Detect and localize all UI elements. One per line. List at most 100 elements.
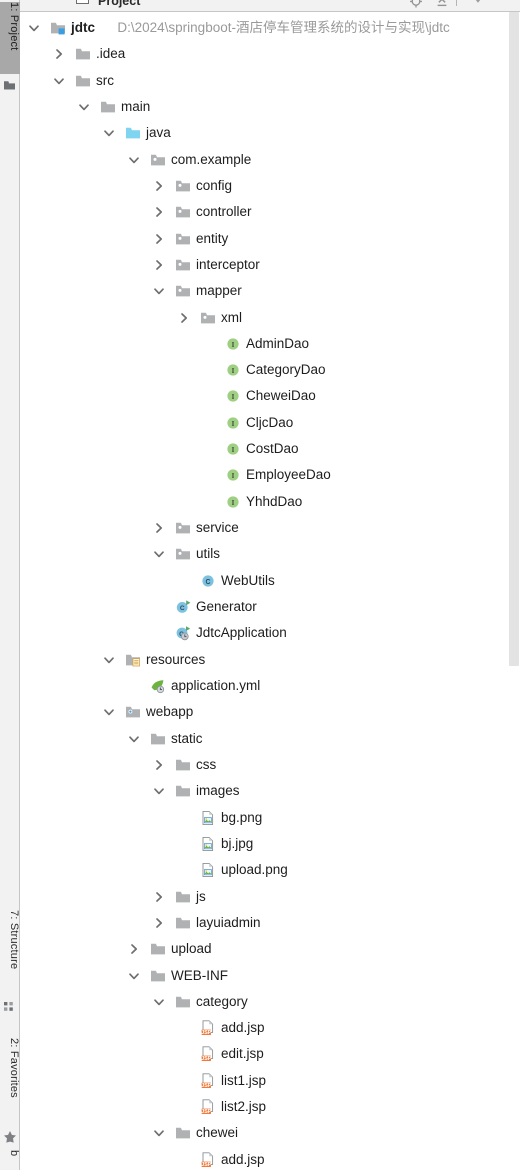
tree-row[interactable]: src — [21, 69, 501, 95]
favorites-star-icon — [4, 1131, 16, 1143]
tree-row[interactable]: com.example — [21, 148, 501, 174]
tree-row[interactable]: layuiadmin — [21, 911, 501, 937]
tree-node-label: static — [171, 730, 203, 746]
tree-row[interactable]: I CheweiDao — [21, 384, 501, 410]
toolbar-title: Project — [98, 0, 141, 8]
tree-row[interactable]: service — [21, 516, 501, 542]
tree-node-label: add.jsp — [221, 1151, 265, 1167]
tree-row[interactable]: config — [21, 174, 501, 200]
svg-text:I: I — [232, 499, 235, 507]
tree-row[interactable]: mapper — [21, 279, 501, 305]
tree-row[interactable]: .idea — [21, 42, 501, 68]
tree-row[interactable]: JSP edit.jsp — [21, 1042, 501, 1068]
tree-node-label: CljcDao — [246, 414, 294, 430]
tree-node-label: bg.png — [221, 809, 263, 825]
tree-scrollbar-track[interactable] — [508, 12, 520, 1170]
tree-row[interactable]: C WebUtils — [21, 569, 501, 595]
tree-node-label: service — [196, 520, 239, 536]
tree-row[interactable]: JSP list2.jsp — [21, 1095, 501, 1121]
tree-row[interactable]: utils — [21, 542, 501, 568]
svg-text:I: I — [232, 394, 235, 402]
tree-node-label: resources — [146, 651, 206, 667]
tree-row[interactable]: I AdminDao — [21, 332, 501, 358]
tree-node-label: webapp — [146, 704, 194, 720]
tree-row[interactable]: controller — [21, 200, 501, 226]
settings-gear-icon[interactable] — [470, 0, 486, 8]
tree-row[interactable]: upload — [21, 937, 501, 963]
tree-row[interactable]: resources — [21, 648, 501, 674]
tree-scrollbar-thumb[interactable] — [509, 12, 519, 666]
tree-row[interactable]: interceptor — [21, 253, 501, 279]
tree-node-label: utils — [196, 546, 221, 562]
tool-tab-overflow[interactable]: b — [0, 1150, 20, 1170]
tree-row[interactable]: webapp — [21, 700, 501, 726]
tree-row[interactable]: JSP add.jsp — [21, 1148, 501, 1170]
tree-node-label: application.yml — [171, 678, 261, 693]
tree-node-label: controller — [196, 204, 252, 220]
left-tool-strip: 1: Project 7: Structure 2: Favorites b — [0, 0, 20, 1170]
tree-node-label: com.example — [171, 151, 252, 167]
project-tool-icon — [4, 81, 15, 90]
tree-node-label: CategoryDao — [246, 362, 326, 378]
tree-row[interactable]: images — [21, 779, 501, 805]
tree-row[interactable]: chewei — [21, 1121, 501, 1147]
tree-node-label: mapper — [196, 283, 242, 299]
tree-node-label: images — [196, 783, 240, 799]
tree-row[interactable]: static — [21, 727, 501, 753]
tree-row[interactable]: I EmployeeDao — [21, 463, 501, 489]
tree-row[interactable]: css — [21, 753, 501, 779]
svg-text:I: I — [232, 420, 235, 428]
tool-tab-project[interactable]: 1: Project — [0, 2, 20, 74]
tree-row[interactable]: entity — [21, 227, 501, 253]
tree-node-label: upload.png — [221, 862, 288, 878]
tree-node-label: category — [196, 993, 248, 1009]
tree-node-label: jdtc — [71, 20, 96, 35]
tree-node-label: java — [146, 125, 171, 141]
tree-row[interactable]: application.yml — [21, 674, 501, 700]
tree-node-label: EmployeeDao — [246, 467, 331, 483]
tool-tab-structure[interactable]: 7: Structure — [0, 910, 20, 996]
tree-row[interactable]: C JdtcApplication — [21, 621, 501, 647]
tree-node-label: list1.jsp — [221, 1072, 267, 1088]
tree-row[interactable]: I YhhdDao — [21, 490, 501, 516]
tree-node-label: WebUtils — [221, 572, 275, 588]
tree-row[interactable]: upload.png — [21, 858, 501, 884]
tree-row[interactable]: js — [21, 885, 501, 911]
tree-row[interactable]: I CljcDao — [21, 411, 501, 437]
collapse-all-icon[interactable] — [434, 0, 450, 8]
tree-node-label: YhhdDao — [246, 493, 303, 509]
tree-row[interactable]: xml — [21, 306, 501, 332]
tree-node-label: layuiadmin — [196, 914, 261, 930]
svg-text:JSP: JSP — [201, 1109, 211, 1115]
tree-node-label: js — [196, 888, 206, 904]
tree-node-label: list2.jsp — [221, 1099, 267, 1115]
tree-row[interactable]: java — [21, 121, 501, 147]
tree-row[interactable]: main — [21, 95, 501, 121]
tree-node-label: .idea — [96, 46, 126, 62]
tree-node-label: src — [96, 72, 114, 88]
tree-node-label: entity — [196, 230, 229, 246]
tree-row[interactable]: category — [21, 990, 501, 1016]
svg-text:C: C — [180, 605, 185, 612]
tree-row[interactable]: jdtc D:\2024\springboot-酒店停车管理系统的设计与实现\jd… — [21, 16, 501, 42]
tree-node-label: AdminDao — [246, 335, 310, 351]
tree-row[interactable]: I CostDao — [21, 437, 501, 463]
svg-text:C: C — [205, 579, 210, 586]
tree-row[interactable]: JSP list1.jsp — [21, 1069, 501, 1095]
svg-text:JSP: JSP — [201, 1030, 211, 1036]
tree-node-label: chewei — [196, 1125, 239, 1141]
svg-text:JSP: JSP — [201, 1056, 211, 1062]
tree-row[interactable]: I CategoryDao — [21, 358, 501, 384]
locate-icon[interactable] — [408, 0, 424, 8]
tree-row[interactable]: bj.jpg — [21, 832, 501, 858]
tree-row[interactable]: JSP add.jsp — [21, 1016, 501, 1042]
project-tree[interactable]: jdtc D:\2024\springboot-酒店停车管理系统的设计与实现\jd… — [21, 12, 501, 1170]
tree-row[interactable]: bg.png — [21, 806, 501, 832]
tree-node-label: upload — [171, 941, 212, 957]
tool-tab-favorites[interactable]: 2: Favorites — [0, 1038, 20, 1126]
svg-text:I: I — [232, 473, 235, 481]
tree-node-label: CheweiDao — [246, 388, 316, 404]
tree-node-path: D:\2024\springboot-酒店停车管理系统的设计与实现\jdtc — [117, 20, 450, 35]
tree-row[interactable]: C Generator — [21, 595, 501, 621]
tree-row[interactable]: WEB-INF — [21, 964, 501, 990]
